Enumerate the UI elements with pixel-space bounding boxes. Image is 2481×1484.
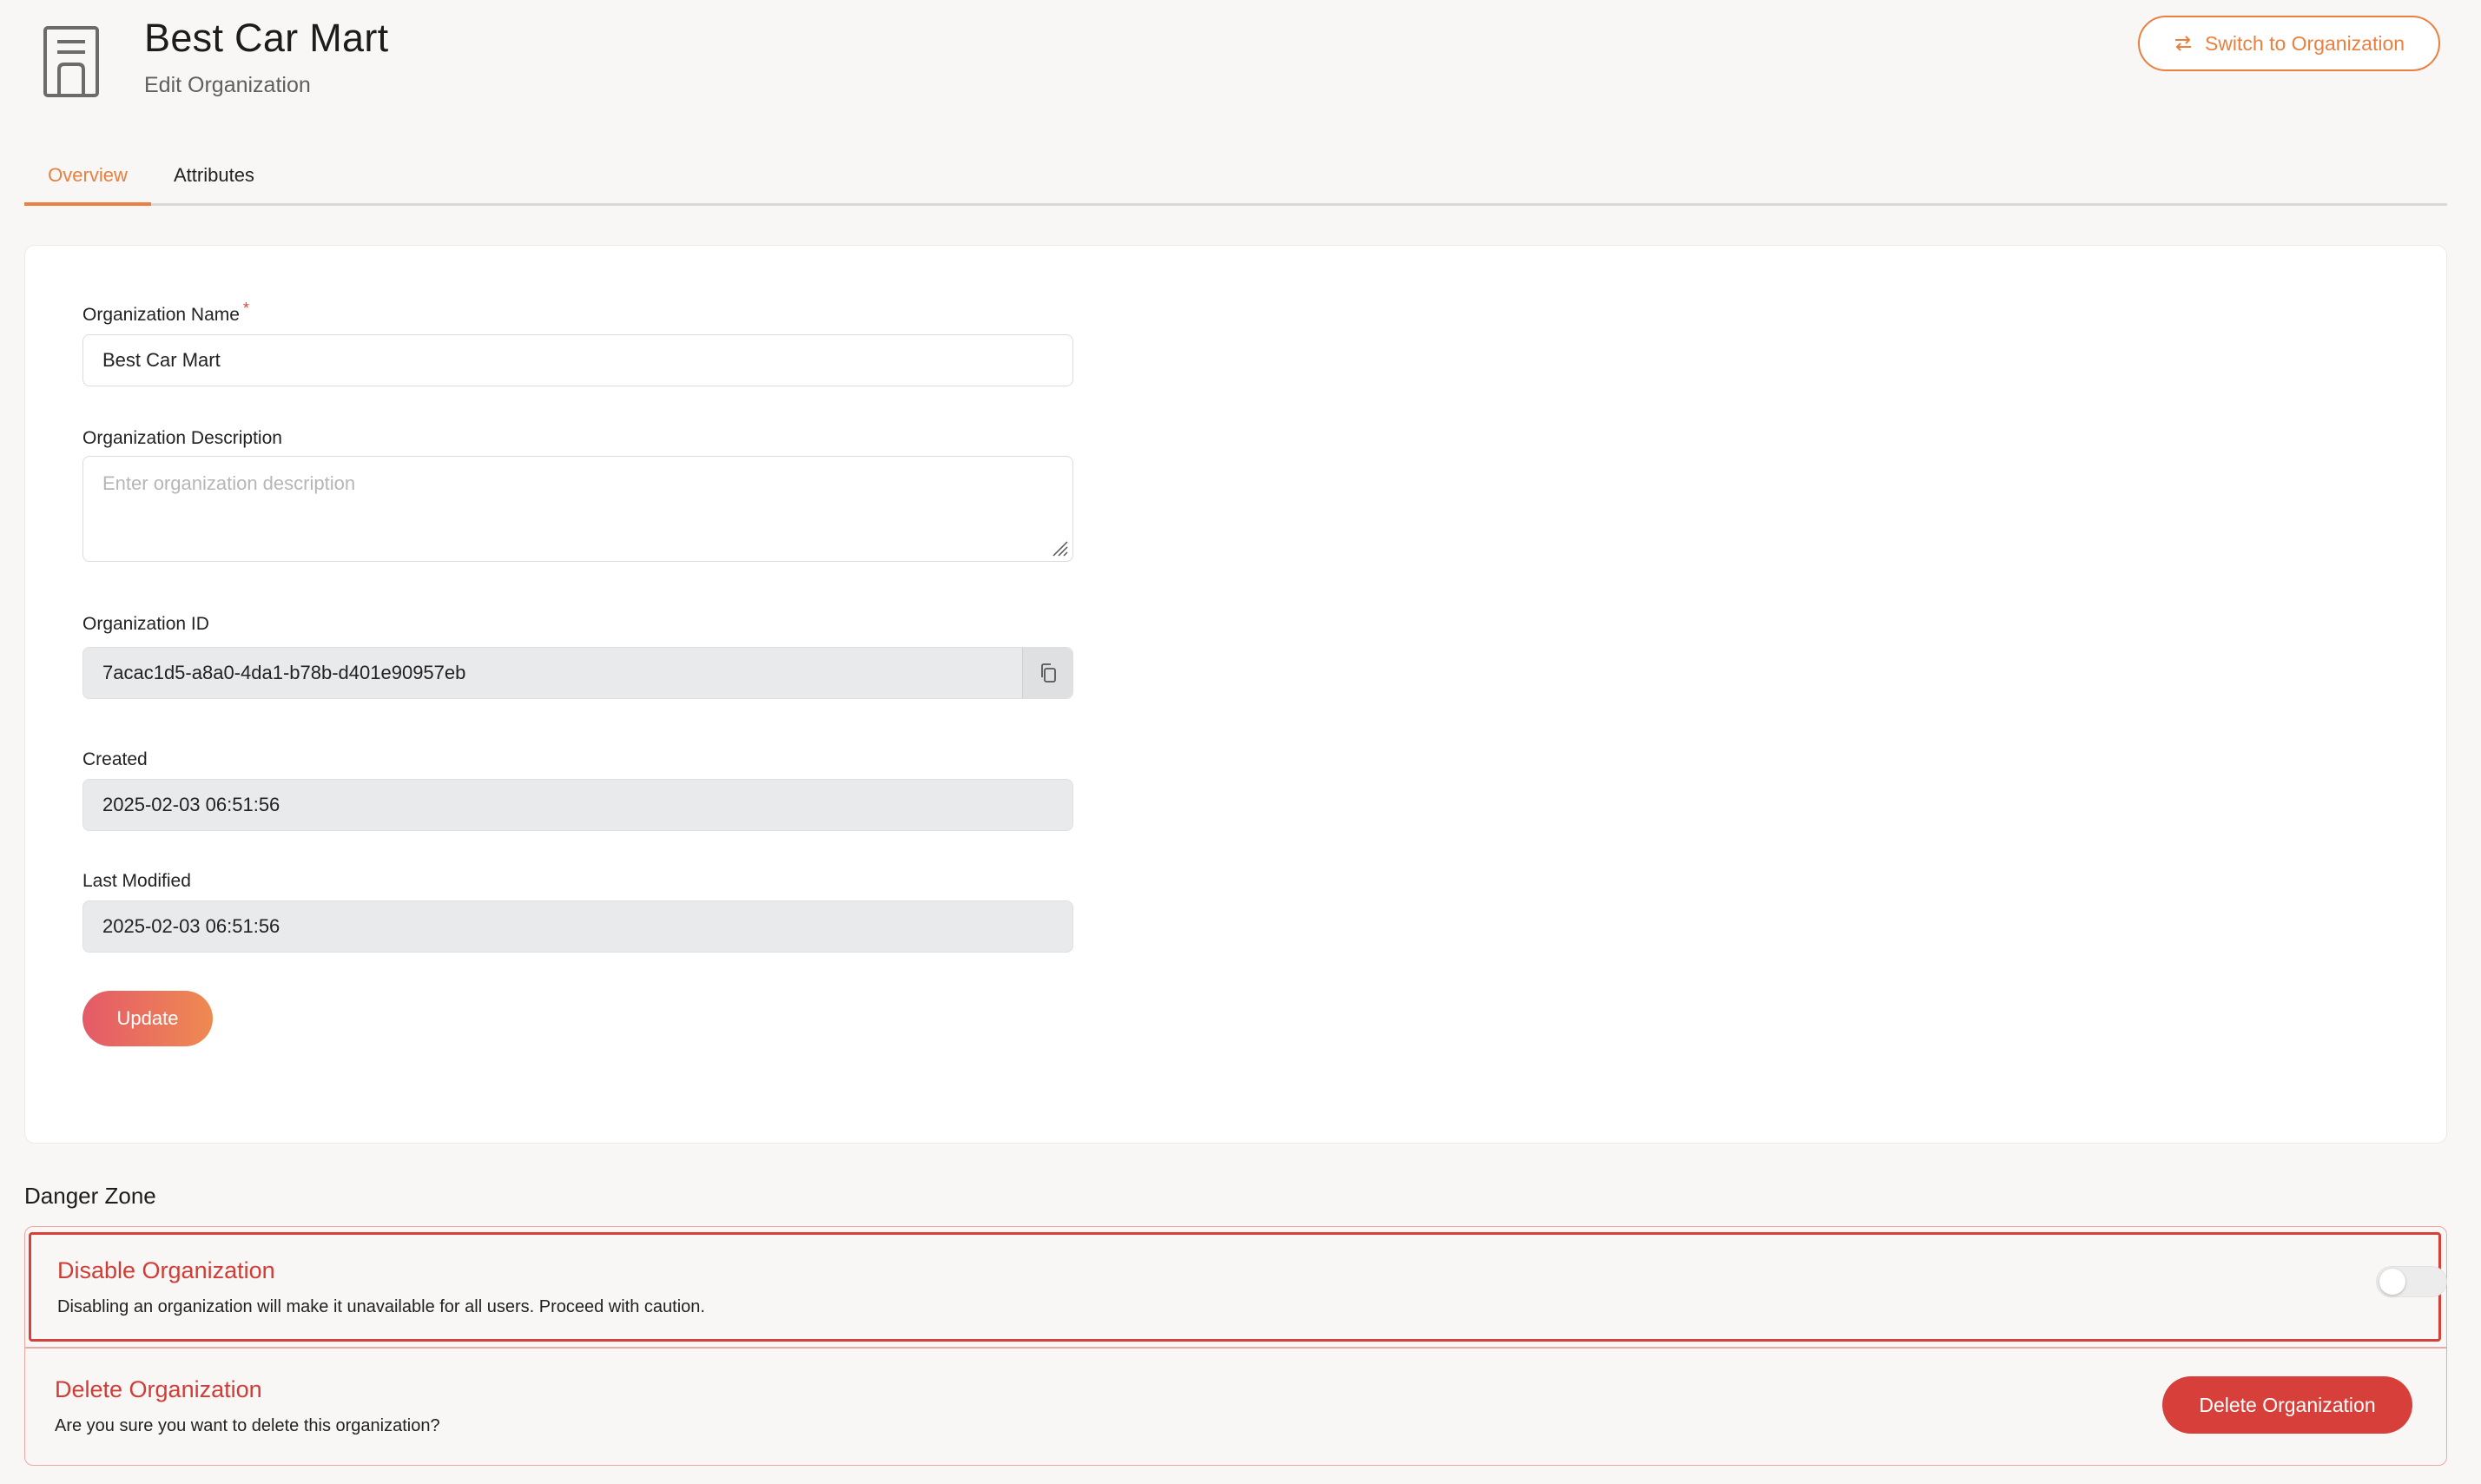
update-button[interactable]: Update xyxy=(82,991,213,1046)
organization-name-value: Best Car Mart xyxy=(102,349,221,371)
swap-arrows-icon xyxy=(2174,36,2191,51)
toggle-knob xyxy=(2379,1269,2405,1295)
edit-organization-page: Best Car Mart Edit Organization Switch t… xyxy=(0,0,2481,1484)
danger-zone-heading: Danger Zone xyxy=(24,1183,156,1209)
disable-organization-description: Disabling an organization will make it u… xyxy=(57,1297,705,1316)
required-marker: * xyxy=(242,300,249,317)
created-field: 2025-02-03 06:51:56 xyxy=(82,779,1073,831)
page-header: Best Car Mart Edit Organization Switch t… xyxy=(0,0,2481,148)
organization-id-field: 7acac1d5-a8a0-4da1-b78b-d401e90957eb xyxy=(82,647,1073,699)
copy-id-button[interactable] xyxy=(1022,648,1072,698)
organization-description-textarea[interactable]: Enter organization description xyxy=(82,456,1073,562)
building-icon xyxy=(43,26,99,97)
copy-icon xyxy=(1040,663,1056,683)
organization-id-value: 7acac1d5-a8a0-4da1-b78b-d401e90957eb xyxy=(102,662,466,683)
delete-organization-description: Are you sure you want to delete this org… xyxy=(55,1416,440,1435)
disable-organization-toggle[interactable] xyxy=(2376,1266,2447,1297)
tab-overview[interactable]: Overview xyxy=(24,164,151,206)
disable-organization-row: Disable Organization Disabling an organi… xyxy=(29,1232,2447,1342)
delete-organization-title: Delete Organization xyxy=(55,1376,262,1402)
organization-name-label: Organization Name * xyxy=(82,300,249,326)
last-modified-field: 2025-02-03 06:51:56 xyxy=(82,900,1073,953)
page-title: Best Car Mart xyxy=(144,16,389,60)
organization-description-label: Organization Description xyxy=(82,428,282,448)
switch-button-label: Switch to Organization xyxy=(2204,31,2405,55)
created-label: Created xyxy=(82,749,148,769)
organization-form-card: Organization Name * Best Car Mart Organiz… xyxy=(24,245,2447,1144)
page-subtitle: Edit Organization xyxy=(144,73,311,97)
switch-to-organization-button[interactable]: Switch to Organization xyxy=(2138,16,2440,71)
tab-attributes[interactable]: Attributes xyxy=(174,164,254,187)
organization-name-label-text: Organization Name xyxy=(82,305,240,325)
delete-organization-button[interactable]: Delete Organization xyxy=(2162,1376,2412,1434)
last-modified-label: Last Modified xyxy=(82,871,191,891)
organization-name-input[interactable]: Best Car Mart xyxy=(82,334,1073,386)
organization-id-label: Organization ID xyxy=(82,614,209,634)
last-modified-value: 2025-02-03 06:51:56 xyxy=(102,915,280,937)
description-placeholder: Enter organization description xyxy=(102,472,356,494)
resize-handle-icon[interactable] xyxy=(1050,538,1069,557)
disable-organization-title: Disable Organization xyxy=(57,1257,275,1283)
danger-zone-box: Disable Organization Disabling an organi… xyxy=(24,1226,2447,1466)
tab-bar: Overview Attributes xyxy=(24,152,2447,206)
created-value: 2025-02-03 06:51:56 xyxy=(102,794,280,815)
danger-zone-divider xyxy=(25,1347,2446,1349)
